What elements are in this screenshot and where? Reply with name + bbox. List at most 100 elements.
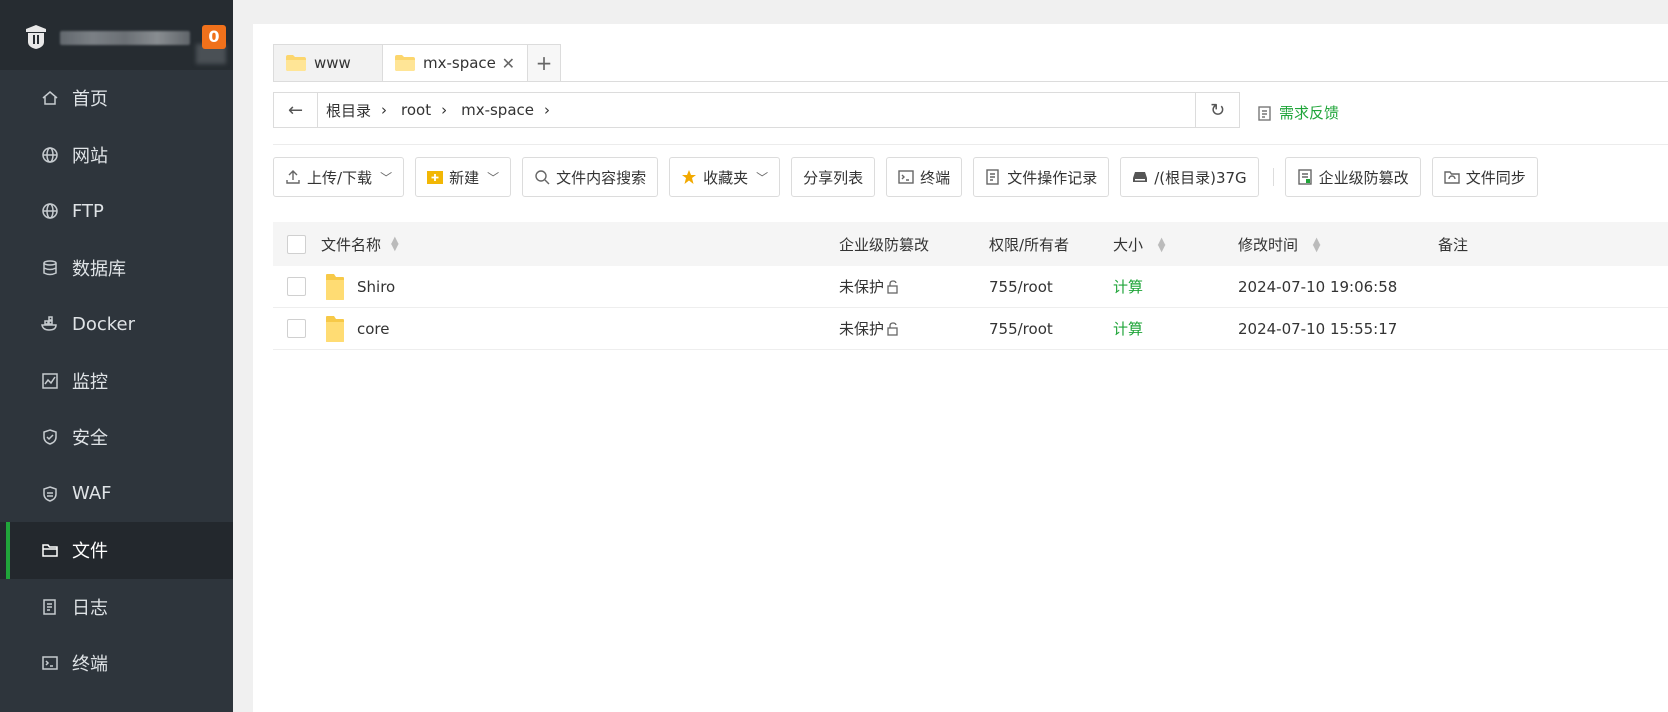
tamper-protection-button[interactable]: 企业级防篡改 bbox=[1284, 157, 1421, 197]
select-all-checkbox[interactable] bbox=[286, 234, 306, 254]
sidebar-item-label: 文件 bbox=[72, 541, 108, 563]
file-table: 文件名称 ▲ ▼ 企业级防篡改 权限/所有者 大小 ▲ ▼ 修改时间 ▲ ▼ 备注 S… bbox=[273, 222, 1668, 350]
sidebar-item-website[interactable]: 网站 bbox=[0, 127, 233, 184]
upload-download-button[interactable]: 上传/下载 ﹀ bbox=[273, 157, 405, 197]
unlock-icon[interactable] bbox=[886, 322, 900, 336]
content-search-button[interactable]: 文件内容搜索 bbox=[522, 157, 659, 197]
sort-icon: ▲ ▼ bbox=[1312, 236, 1321, 254]
column-header-protect: 企业级防篡改 bbox=[839, 235, 930, 254]
sidebar-item-label: 数据库 bbox=[72, 258, 126, 280]
tab-www[interactable]: www bbox=[273, 44, 383, 82]
calculate-size-link[interactable]: 计算 bbox=[1113, 276, 1238, 297]
file-name[interactable]: Shiro bbox=[357, 278, 395, 296]
header-label: 文件名称 bbox=[321, 235, 382, 254]
button-label: 终端 bbox=[920, 168, 951, 187]
column-header-perm: 权限/所有者 bbox=[989, 235, 1070, 254]
share-list-button[interactable]: 分享列表 bbox=[791, 157, 876, 197]
feedback-label: 需求反馈 bbox=[1279, 104, 1340, 122]
file-manager-panel: www mx-space ✕ + ← 根目录 › root › mx-space… bbox=[253, 24, 1668, 712]
header-label: 修改时间 bbox=[1238, 235, 1299, 254]
favorites-button[interactable]: 收藏夹 ﹀ bbox=[669, 157, 781, 197]
edit-note-icon bbox=[1258, 105, 1271, 121]
tab-label: www bbox=[314, 54, 351, 72]
column-header-time[interactable]: 修改时间 ▲ ▼ bbox=[1238, 234, 1438, 255]
button-label: 新建 bbox=[449, 168, 480, 187]
sidebar-item-monitor[interactable]: 监控 bbox=[0, 353, 233, 410]
new-button[interactable]: 新建 ﹀ bbox=[415, 157, 512, 197]
sync-folder-icon bbox=[1443, 171, 1460, 184]
toolbar: 上传/下载 ﹀ 新建 ﹀ 文件内容搜索 收藏夹 ﹀ 分享列表 终端 文件操作记录 bbox=[273, 157, 1549, 197]
home-icon bbox=[40, 88, 60, 108]
breadcrumb-item[interactable]: root bbox=[401, 101, 431, 119]
search-icon bbox=[535, 170, 550, 185]
terminal-button[interactable]: 终端 bbox=[886, 157, 963, 197]
sidebar-item-docker[interactable]: Docker bbox=[0, 296, 233, 353]
button-label: 收藏夹 bbox=[703, 168, 749, 187]
disk-button[interactable]: /(根目录)37G bbox=[1120, 157, 1259, 197]
table-row[interactable]: core 未保护 755/root 计算 2024-07-10 15:55:17 bbox=[273, 308, 1668, 350]
toolbar-separator bbox=[1272, 168, 1274, 186]
button-label: 文件操作记录 bbox=[1007, 168, 1098, 187]
table-row[interactable]: Shiro 未保护 755/root 计算 2024-07-10 19:06:5… bbox=[273, 266, 1668, 308]
breadcrumb-item[interactable]: mx-space bbox=[461, 101, 534, 119]
folder-icon bbox=[326, 315, 344, 342]
file-sync-button[interactable]: 文件同步 bbox=[1431, 157, 1538, 197]
plus-icon: + bbox=[535, 51, 553, 75]
tab-mx-space[interactable]: mx-space ✕ bbox=[382, 44, 528, 82]
tamper-icon bbox=[1297, 169, 1312, 185]
sidebar-item-label: 终端 bbox=[72, 654, 108, 676]
sidebar-item-waf[interactable]: WAF bbox=[0, 466, 233, 523]
folder-icon bbox=[326, 273, 344, 300]
monitor-icon bbox=[40, 371, 60, 391]
disk-icon bbox=[1133, 172, 1148, 182]
row-checkbox[interactable] bbox=[286, 277, 306, 296]
docker-icon bbox=[40, 314, 60, 334]
feedback-link[interactable]: 需求反馈 bbox=[1257, 102, 1339, 123]
logo-icon bbox=[26, 25, 46, 49]
sort-icon: ▲ ▼ bbox=[391, 235, 399, 253]
tab-bar: www mx-space ✕ + bbox=[273, 44, 561, 82]
sidebar-item-label: WAF bbox=[72, 483, 112, 505]
log-icon bbox=[986, 169, 999, 185]
breadcrumb[interactable]: 根目录 › root › mx-space › bbox=[318, 100, 1195, 121]
table-header: 文件名称 ▲ ▼ 企业级防篡改 权限/所有者 大小 ▲ ▼ 修改时间 ▲ ▼ 备注 bbox=[273, 222, 1668, 266]
log-icon bbox=[40, 597, 60, 617]
shield-icon bbox=[40, 427, 60, 447]
sidebar-item-label: FTP bbox=[72, 200, 104, 222]
operation-log-button[interactable]: 文件操作记录 bbox=[973, 157, 1110, 197]
breadcrumb-item[interactable]: 根目录 bbox=[326, 100, 371, 121]
close-icon[interactable]: ✕ bbox=[502, 54, 515, 73]
sidebar-item-ftp[interactable]: FTP bbox=[0, 183, 233, 240]
header-label: 大小 bbox=[1113, 235, 1144, 254]
sidebar: 0 首页 网站 FTP 数据库 Docker 监控 安全 WAF 文件 日志 终… bbox=[0, 0, 233, 712]
sidebar-item-logs[interactable]: 日志 bbox=[0, 579, 233, 636]
sidebar-item-label: 网站 bbox=[72, 145, 108, 167]
button-label: 文件同步 bbox=[1465, 168, 1526, 187]
unlock-icon[interactable] bbox=[886, 280, 900, 294]
server-name-redacted bbox=[60, 31, 190, 45]
refresh-icon: ↻ bbox=[1209, 99, 1226, 121]
calculate-size-link[interactable]: 计算 bbox=[1113, 318, 1238, 339]
notification-badge[interactable]: 0 bbox=[202, 25, 226, 49]
permission[interactable]: 755/root bbox=[989, 278, 1113, 296]
refresh-button[interactable]: ↻ bbox=[1195, 93, 1239, 127]
add-tab-button[interactable]: + bbox=[527, 44, 561, 82]
address-bar: ← 根目录 › root › mx-space › ↻ bbox=[273, 92, 1240, 128]
sidebar-item-home[interactable]: 首页 bbox=[0, 70, 233, 127]
protect-status: 未保护 bbox=[839, 318, 989, 339]
file-name[interactable]: core bbox=[357, 320, 390, 338]
database-icon bbox=[40, 258, 60, 278]
folder-icon bbox=[40, 540, 60, 560]
waf-icon bbox=[40, 484, 60, 504]
chevron-down-icon: ﹀ bbox=[756, 170, 769, 185]
back-button[interactable]: ← bbox=[274, 93, 318, 127]
column-header-size[interactable]: 大小 ▲ ▼ bbox=[1113, 234, 1238, 255]
sidebar-item-files[interactable]: 文件 bbox=[0, 522, 233, 579]
row-checkbox[interactable] bbox=[286, 319, 306, 338]
sidebar-item-security[interactable]: 安全 bbox=[0, 409, 233, 466]
column-header-name[interactable]: 文件名称 ▲ ▼ bbox=[319, 234, 839, 255]
permission[interactable]: 755/root bbox=[989, 320, 1113, 338]
sidebar-item-terminal[interactable]: 终端 bbox=[0, 635, 233, 692]
sidebar-item-database[interactable]: 数据库 bbox=[0, 240, 233, 297]
sidebar-menu: 首页 网站 FTP 数据库 Docker 监控 安全 WAF 文件 日志 终端 bbox=[0, 70, 233, 692]
